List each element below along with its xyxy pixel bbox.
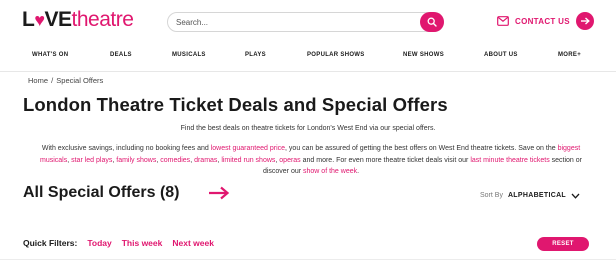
contact-us-label: CONTACT US <box>515 16 570 26</box>
site-logo[interactable]: L ♥ VE theatre <box>22 8 134 32</box>
nav-item-musicals[interactable]: MUSICALS <box>172 52 206 58</box>
link-family-shows[interactable]: family shows <box>116 157 156 164</box>
breadcrumb-home[interactable]: Home <box>28 76 48 85</box>
nav-item-more[interactable]: MORE+ <box>558 52 581 58</box>
contact-us-link[interactable]: CONTACT US <box>497 12 594 30</box>
nav-item-plays[interactable]: PLAYS <box>245 52 266 58</box>
filter-next-week[interactable]: Next week <box>172 238 214 248</box>
breadcrumb-separator: / <box>51 76 54 85</box>
site-header: L♥VEtheatre CONTACT US WHAT'S ON DEALS M… <box>0 0 616 72</box>
desc-text: and more. For even more theatre ticket d… <box>300 156 471 164</box>
offers-heading: All Special Offers (8) <box>23 184 180 201</box>
sort-label: Sort By <box>480 192 503 199</box>
nav-item-about-us[interactable]: ABOUT US <box>484 52 518 58</box>
mail-icon <box>497 16 509 26</box>
page-title: London Theatre Ticket Deals and Special … <box>23 94 448 115</box>
sort-value: ALPHABETICAL <box>507 192 566 199</box>
search-bar <box>167 12 444 32</box>
search-icon <box>427 17 437 27</box>
link-last-minute-theatre-tickets[interactable]: last minute theatre tickets <box>470 157 549 164</box>
logo-text-l: L <box>22 8 35 31</box>
link-operas[interactable]: operas <box>279 157 300 164</box>
breadcrumb: Home / Special Offers <box>28 76 103 85</box>
logo-text-ve: VE <box>44 8 73 31</box>
heart-icon: ♥ <box>34 9 45 30</box>
contact-arrow-button[interactable] <box>575 12 594 30</box>
sort-dropdown[interactable]: Sort By ALPHABETICAL <box>480 192 580 199</box>
section-divider <box>0 259 616 260</box>
quick-filters-label: Quick Filters: <box>23 238 78 248</box>
link-lowest-guaranteed-price[interactable]: lowest guaranteed price <box>211 145 285 152</box>
link-star-led-plays[interactable]: star led plays <box>71 157 112 164</box>
link-comedies[interactable]: comedies <box>160 157 190 164</box>
link-limited-run-shows[interactable]: limited run shows <box>221 157 275 164</box>
header-divider <box>0 71 616 72</box>
intro-text: Find the best deals on theatre tickets f… <box>180 125 436 132</box>
arrow-right-icon <box>580 17 590 25</box>
quick-filters: Quick Filters: Today This week Next week <box>23 238 214 248</box>
filter-this-week[interactable]: This week <box>122 238 163 248</box>
description-text: With exclusive savings, including no boo… <box>30 143 592 178</box>
reset-button[interactable]: RESET <box>537 237 589 251</box>
filter-today[interactable]: Today <box>87 238 111 248</box>
nav-item-whats-on[interactable]: WHAT'S ON <box>32 52 68 58</box>
nav-item-popular-shows[interactable]: POPULAR SHOWS <box>307 52 365 58</box>
desc-text: . <box>357 168 360 175</box>
link-show-of-the-week[interactable]: show of the week <box>303 168 357 175</box>
nav-item-new-shows[interactable]: NEW SHOWS <box>403 52 444 58</box>
logo-text-theatre: theatre <box>71 8 134 31</box>
chevron-down-icon <box>571 193 580 199</box>
search-button[interactable] <box>420 12 444 32</box>
search-input[interactable] <box>176 15 406 30</box>
arrow-right-icon <box>209 186 230 200</box>
main-nav: WHAT'S ON DEALS MUSICALS PLAYS POPULAR S… <box>0 49 616 65</box>
link-dramas[interactable]: dramas <box>194 157 217 164</box>
desc-text: With exclusive savings, including no boo… <box>41 145 211 152</box>
nav-item-deals[interactable]: DEALS <box>110 52 132 58</box>
breadcrumb-current: Special Offers <box>56 76 104 85</box>
desc-text: , you can be assured of getting the best… <box>285 145 558 152</box>
